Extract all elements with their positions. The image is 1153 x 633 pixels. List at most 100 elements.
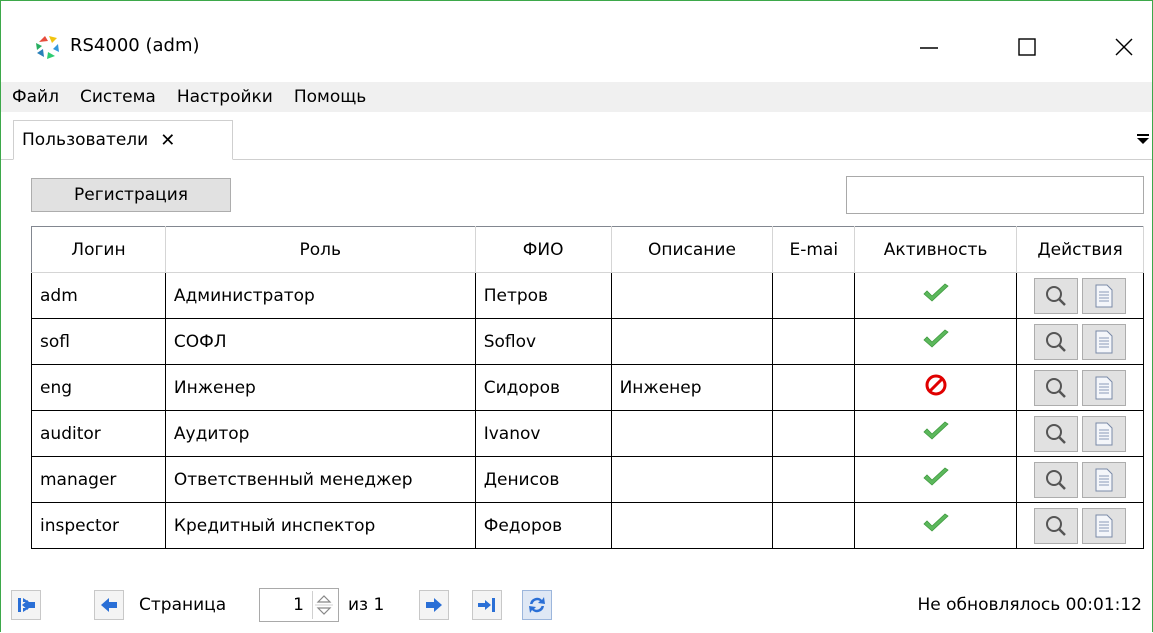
last-page-button[interactable] <box>472 590 502 620</box>
tab-strip: Пользователи ✕ <box>1 114 1152 160</box>
menu-file[interactable]: Файл <box>1 83 69 111</box>
tab-close-icon[interactable]: ✕ <box>160 130 175 151</box>
refresh-icon <box>529 597 545 613</box>
table-row[interactable]: eng Инженер Сидоров Инженер <box>31 364 1144 411</box>
edit-user-button[interactable] <box>1082 415 1127 452</box>
search-input[interactable] <box>846 176 1144 214</box>
edit-user-button[interactable] <box>1082 461 1127 498</box>
cell-email <box>772 318 856 365</box>
edit-user-button[interactable] <box>1082 323 1127 360</box>
view-user-button[interactable] <box>1034 507 1079 544</box>
page-total-label: из 1 <box>348 595 385 615</box>
cell-login: sofl <box>31 318 166 365</box>
refresh-button[interactable] <box>522 590 552 620</box>
cell-login: eng <box>31 364 166 411</box>
maximize-icon <box>1018 38 1036 56</box>
cell-login: inspector <box>31 502 166 549</box>
page-label: Страница <box>139 595 227 615</box>
page-spinner-arrows[interactable] <box>312 591 336 619</box>
magnifier-icon <box>1046 423 1066 444</box>
table-row[interactable]: manager Ответственный менеджер Денисов <box>31 456 1144 503</box>
edit-user-button[interactable] <box>1082 369 1127 406</box>
cell-email <box>772 272 856 319</box>
document-icon <box>1095 284 1113 307</box>
table-body: adm Администратор Петров sofl СОФЛ Soflov eng И… <box>31 272 1144 549</box>
menu-settings[interactable]: Настройки <box>166 83 283 111</box>
cell-login: manager <box>31 456 166 503</box>
cell-email <box>772 456 856 503</box>
magnifier-icon <box>1046 515 1066 536</box>
column-header-login[interactable]: Логин <box>31 226 166 273</box>
cell-fio: Soflov <box>474 318 612 365</box>
column-header-role[interactable]: Роль <box>165 226 476 273</box>
table-row[interactable]: adm Администратор Петров <box>31 272 1144 319</box>
page-stepper[interactable]: 1 <box>259 588 339 622</box>
app-window: RS4000 (adm) Файл Система Настройки Помо… <box>0 0 1153 633</box>
view-user-button[interactable] <box>1034 277 1079 314</box>
refresh-status: Не обновлялось 00:01:12 <box>917 595 1142 615</box>
view-user-button[interactable] <box>1034 461 1079 498</box>
menu-help[interactable]: Помощь <box>283 83 376 111</box>
table-row[interactable]: inspector Кредитный инспектор Федоров <box>31 502 1144 549</box>
minimize-button[interactable] <box>896 19 962 75</box>
cell-fio: Денисов <box>474 456 612 503</box>
cell-fio: Сидоров <box>474 364 612 411</box>
cell-fio: Федоров <box>474 502 612 549</box>
next-page-button[interactable] <box>419 590 449 620</box>
last-page-icon <box>478 598 495 612</box>
check-icon <box>923 283 949 302</box>
maximize-button[interactable] <box>994 19 1060 75</box>
menu-system[interactable]: Система <box>69 83 166 111</box>
cell-login: adm <box>31 272 166 319</box>
view-user-button[interactable] <box>1034 323 1079 360</box>
cell-actions <box>1016 410 1144 457</box>
close-icon <box>1115 38 1133 56</box>
cell-login: auditor <box>31 410 166 457</box>
cell-description: Инженер <box>610 364 774 411</box>
pager: Страница 1 из 1 Не обновлялось 00:01:12 <box>1 585 1152 627</box>
menu-bar: Файл Система Настройки Помощь <box>1 82 1152 112</box>
users-table: Логин Роль ФИО Описание E-mai Активность… <box>31 226 1144 549</box>
column-header-activity[interactable]: Активность <box>854 226 1018 273</box>
view-user-button[interactable] <box>1034 369 1079 406</box>
window-title: RS4000 (adm) <box>70 35 200 56</box>
cell-role: Инженер <box>164 364 476 411</box>
cell-email <box>772 364 856 411</box>
first-page-icon <box>18 598 35 612</box>
app-logo-icon <box>36 36 59 59</box>
cell-activity <box>854 456 1018 503</box>
document-icon <box>1095 468 1113 491</box>
cell-actions <box>1016 456 1144 503</box>
document-icon <box>1095 330 1113 353</box>
first-page-button[interactable] <box>11 590 41 620</box>
magnifier-icon <box>1046 469 1066 490</box>
cell-activity <box>854 410 1018 457</box>
cell-role: Аудитор <box>164 410 476 457</box>
cell-actions <box>1016 502 1144 549</box>
document-icon <box>1095 422 1113 445</box>
column-header-email[interactable]: E-mai <box>772 226 856 273</box>
cell-role: Администратор <box>164 272 476 319</box>
cell-email <box>772 502 856 549</box>
arrow-left-icon <box>101 598 117 612</box>
edit-user-button[interactable] <box>1082 277 1127 314</box>
tab-overflow-icon[interactable] <box>1136 132 1150 146</box>
cell-actions <box>1016 364 1144 411</box>
close-window-button[interactable] <box>1091 19 1153 75</box>
table-row[interactable]: sofl СОФЛ Soflov <box>31 318 1144 365</box>
prev-page-button[interactable] <box>94 590 124 620</box>
edit-user-button[interactable] <box>1082 507 1127 544</box>
cell-role: Ответственный менеджер <box>164 456 476 503</box>
tab-users[interactable]: Пользователи ✕ <box>13 120 233 160</box>
register-button[interactable]: Регистрация <box>31 178 231 212</box>
cell-activity <box>854 364 1018 411</box>
cell-activity <box>854 272 1018 319</box>
cell-email <box>772 410 856 457</box>
column-header-description[interactable]: Описание <box>611 226 774 273</box>
table-row[interactable]: auditor Аудитор Ivanov <box>31 410 1144 457</box>
cell-actions <box>1016 272 1144 319</box>
cell-description <box>610 410 774 457</box>
column-header-actions[interactable]: Действия <box>1016 226 1144 273</box>
column-header-fio[interactable]: ФИО <box>475 226 612 273</box>
view-user-button[interactable] <box>1034 415 1079 452</box>
